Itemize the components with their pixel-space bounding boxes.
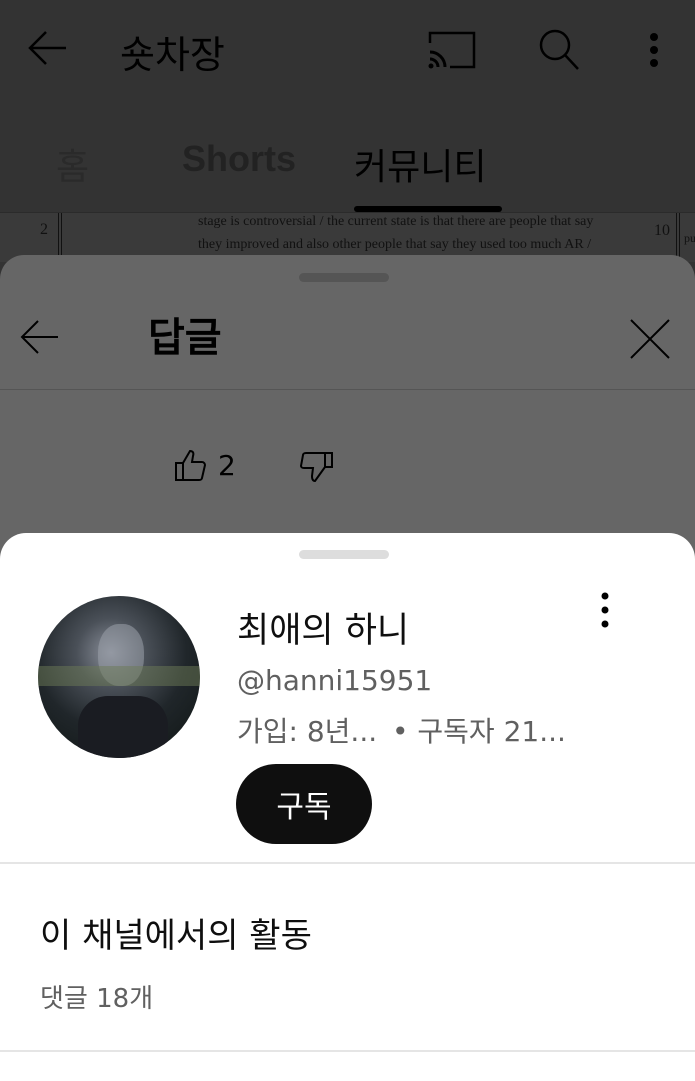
more-vert-icon[interactable] [598,592,612,628]
back-arrow-icon[interactable] [26,28,70,68]
channel-name: 최애의 하니 [237,611,410,651]
divider [0,862,695,864]
close-icon[interactable] [628,317,672,361]
doc-line: they improved and also other people that… [198,237,592,252]
divider [0,1050,695,1052]
activity-title: 이 채널에서의 활동 [40,916,312,956]
drag-handle[interactable] [299,273,389,282]
channel-handle: @hanni15951 [237,664,433,697]
search-icon[interactable] [538,28,582,72]
line-number: 10 [654,222,670,239]
dislike-icon[interactable] [300,451,334,485]
channel-tabs: 홈 Shorts 커뮤니티 [0,138,695,208]
divider [0,389,695,390]
subscriber-count: • 구독자 21... [392,715,566,748]
joined-date: 가입: 8년... [237,715,378,748]
channel-title: 숏차장 [120,33,225,77]
margin-rule [676,213,680,262]
doc-line: pu [684,231,695,245]
tab-home[interactable]: 홈 [56,138,89,190]
top-app-bar: 숏차장 [0,0,695,100]
drag-handle[interactable] [299,550,389,559]
replies-title: 답글 [148,315,222,361]
subscribe-button[interactable]: 구독 [236,764,372,844]
line-number: 2 [40,221,48,238]
more-vert-icon[interactable] [646,32,662,72]
doc-line: stage is controversial / the current sta… [198,214,594,229]
tab-shorts[interactable]: Shorts [182,138,296,180]
back-arrow-icon[interactable] [18,317,62,357]
like-count: 2 [218,449,236,482]
cast-icon[interactable] [428,30,476,70]
avatar[interactable] [38,596,200,758]
like-icon[interactable] [174,449,208,483]
tab-community[interactable]: 커뮤니티 [354,138,486,190]
comment-count[interactable]: 댓글 18개 [40,978,153,1015]
